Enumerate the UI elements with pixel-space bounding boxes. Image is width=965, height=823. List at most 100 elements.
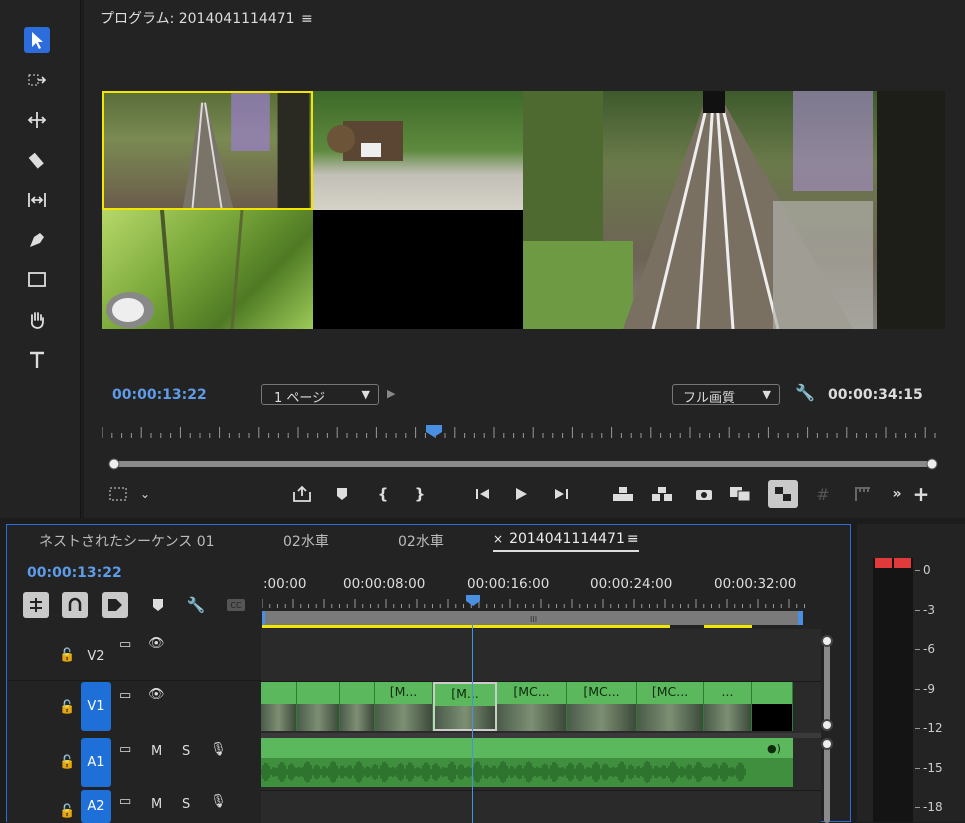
db-label: -15	[923, 761, 943, 775]
multicam-toggle-icon[interactable]	[768, 480, 798, 508]
lock-icon[interactable]: 🔓	[59, 700, 75, 715]
safe-margins-icon[interactable]	[106, 480, 130, 508]
button-editor-icon[interactable]: +	[912, 480, 930, 508]
selection-tool[interactable]	[24, 27, 50, 53]
sync-lock-icon[interactable]: ▭	[119, 794, 131, 809]
audio-track-scrollbar[interactable]	[824, 747, 830, 823]
video-clip[interactable]	[340, 682, 375, 731]
camera-angle-2[interactable]	[313, 91, 523, 210]
sync-lock-icon[interactable]: ▭	[119, 742, 131, 757]
camera-angle-1[interactable]	[102, 91, 313, 210]
wrench-icon[interactable]: 🔧	[795, 383, 815, 402]
eye-icon[interactable]: 👁	[148, 687, 165, 702]
video-track-scrollbar[interactable]	[824, 638, 830, 726]
video-clip[interactable]	[752, 682, 793, 731]
solo-button[interactable]: S	[182, 744, 190, 759]
ripple-edit-tool[interactable]	[24, 107, 50, 133]
video-clip[interactable]	[297, 682, 340, 731]
wrench-icon[interactable]: 🔧	[183, 592, 209, 618]
hand-tool[interactable]	[24, 307, 50, 333]
razor-tool[interactable]	[24, 147, 50, 173]
tab-waterwheel-1[interactable]: 02水車	[283, 531, 329, 551]
track-label-a1[interactable]: A1	[81, 738, 111, 787]
mute-button[interactable]: M	[151, 797, 162, 812]
video-clip[interactable]: [MC...	[637, 682, 704, 731]
playhead-marker[interactable]	[426, 425, 442, 437]
chevron-down-icon[interactable]: ⌄	[136, 480, 154, 508]
solo-button[interactable]: S	[182, 797, 190, 812]
camera-angle-3[interactable]	[102, 210, 313, 329]
pen-tool[interactable]	[24, 227, 50, 253]
step-back-icon[interactable]	[472, 480, 494, 508]
sync-lock-icon[interactable]: ▭	[119, 688, 131, 703]
captions-icon[interactable]: CC	[223, 592, 249, 618]
lock-icon[interactable]: 🔓	[59, 804, 75, 819]
play-icon[interactable]	[510, 480, 532, 508]
zoom-scroll-bar[interactable]	[108, 458, 938, 470]
insert-nested-icon[interactable]	[23, 592, 49, 618]
multicam-view-icon[interactable]	[727, 480, 753, 508]
slip-tool[interactable]	[24, 187, 50, 213]
snap-magnet-icon[interactable]	[62, 592, 88, 618]
panel-menu-icon[interactable]: ≡	[627, 531, 639, 547]
page-dropdown[interactable]: 1 ページ ▼	[261, 384, 379, 406]
duration-timecode: 00:00:34:15	[828, 387, 923, 403]
track-select-tool[interactable]	[24, 67, 50, 93]
audio-clip-a1[interactable]: ●)	[261, 738, 793, 787]
video-clip[interactable]	[261, 682, 297, 731]
sync-lock-icon[interactable]: ▭	[119, 637, 131, 652]
render-bar	[262, 625, 670, 628]
timeline-ruler[interactable]: III	[262, 595, 822, 631]
lock-icon[interactable]: 🔓	[59, 755, 75, 770]
mute-button[interactable]: M	[151, 744, 162, 759]
clip-indicator-left[interactable]	[875, 558, 892, 568]
step-forward-icon[interactable]	[550, 480, 572, 508]
playhead-line[interactable]	[472, 624, 473, 823]
add-marker-icon[interactable]	[332, 480, 352, 508]
video-clip[interactable]: [M...	[375, 682, 433, 731]
multicam-video-preview[interactable]	[102, 91, 945, 329]
tab-active-sequence[interactable]: × 2014041114471 ≡	[493, 531, 639, 552]
razor-icon	[28, 152, 44, 169]
lock-icon[interactable]: 🔓	[59, 648, 75, 663]
mark-out-icon[interactable]: }	[412, 480, 428, 508]
grid-icon[interactable]: #	[812, 480, 834, 508]
video-clip-selected[interactable]: [M...	[433, 682, 497, 731]
camera-icon[interactable]	[692, 480, 716, 508]
db-label: -6	[923, 642, 935, 656]
track-label-v2[interactable]: V2	[81, 642, 111, 670]
mark-in-icon[interactable]: {	[375, 480, 391, 508]
lift-icon[interactable]	[610, 480, 636, 508]
clip-indicator-right[interactable]	[894, 558, 911, 568]
close-icon[interactable]: ×	[493, 532, 503, 546]
eye-icon[interactable]: 👁	[148, 636, 165, 651]
more-controls-icon[interactable]: »	[890, 480, 904, 508]
export-frame-icon[interactable]	[289, 480, 315, 508]
video-clip[interactable]: ...	[704, 682, 752, 731]
tab-waterwheel-2[interactable]: 02水車	[398, 531, 444, 551]
rectangle-tool[interactable]	[24, 267, 50, 293]
video-clip[interactable]: [MC...	[497, 682, 567, 731]
chevron-down-icon: ▼	[361, 388, 370, 401]
track-label-a2[interactable]: A2	[81, 790, 111, 823]
railway-main-image	[523, 91, 945, 329]
microphone-icon[interactable]: 🎙	[210, 742, 227, 757]
playback-quality-dropdown[interactable]: フル画質 ▼	[672, 384, 780, 406]
linked-selection-icon[interactable]	[102, 592, 128, 618]
comparison-view-icon[interactable]	[852, 480, 874, 508]
track-area[interactable]: [M... [M... [MC... [MC... [MC... ... ●)	[261, 624, 821, 823]
type-tool[interactable]	[24, 347, 50, 373]
timeline-playhead-head[interactable]	[466, 595, 480, 606]
microphone-icon[interactable]: 🎙	[210, 794, 227, 809]
monitor-time-ruler[interactable]	[102, 425, 942, 439]
tab-nested-sequence[interactable]: ネストされたシーケンス 01	[39, 531, 215, 551]
extract-icon[interactable]	[649, 480, 675, 508]
play-indicator-icon: ▶	[387, 387, 396, 400]
timeline-timecode[interactable]: 00:00:13:22	[27, 565, 122, 581]
track-label-v1[interactable]: V1	[81, 682, 111, 731]
current-timecode[interactable]: 00:00:13:22	[112, 387, 207, 403]
video-clip[interactable]: [MC...	[567, 682, 637, 731]
add-marker-icon[interactable]	[145, 592, 171, 618]
panel-menu-icon[interactable]: ≡	[301, 11, 313, 27]
camera-angle-4[interactable]	[313, 210, 523, 329]
